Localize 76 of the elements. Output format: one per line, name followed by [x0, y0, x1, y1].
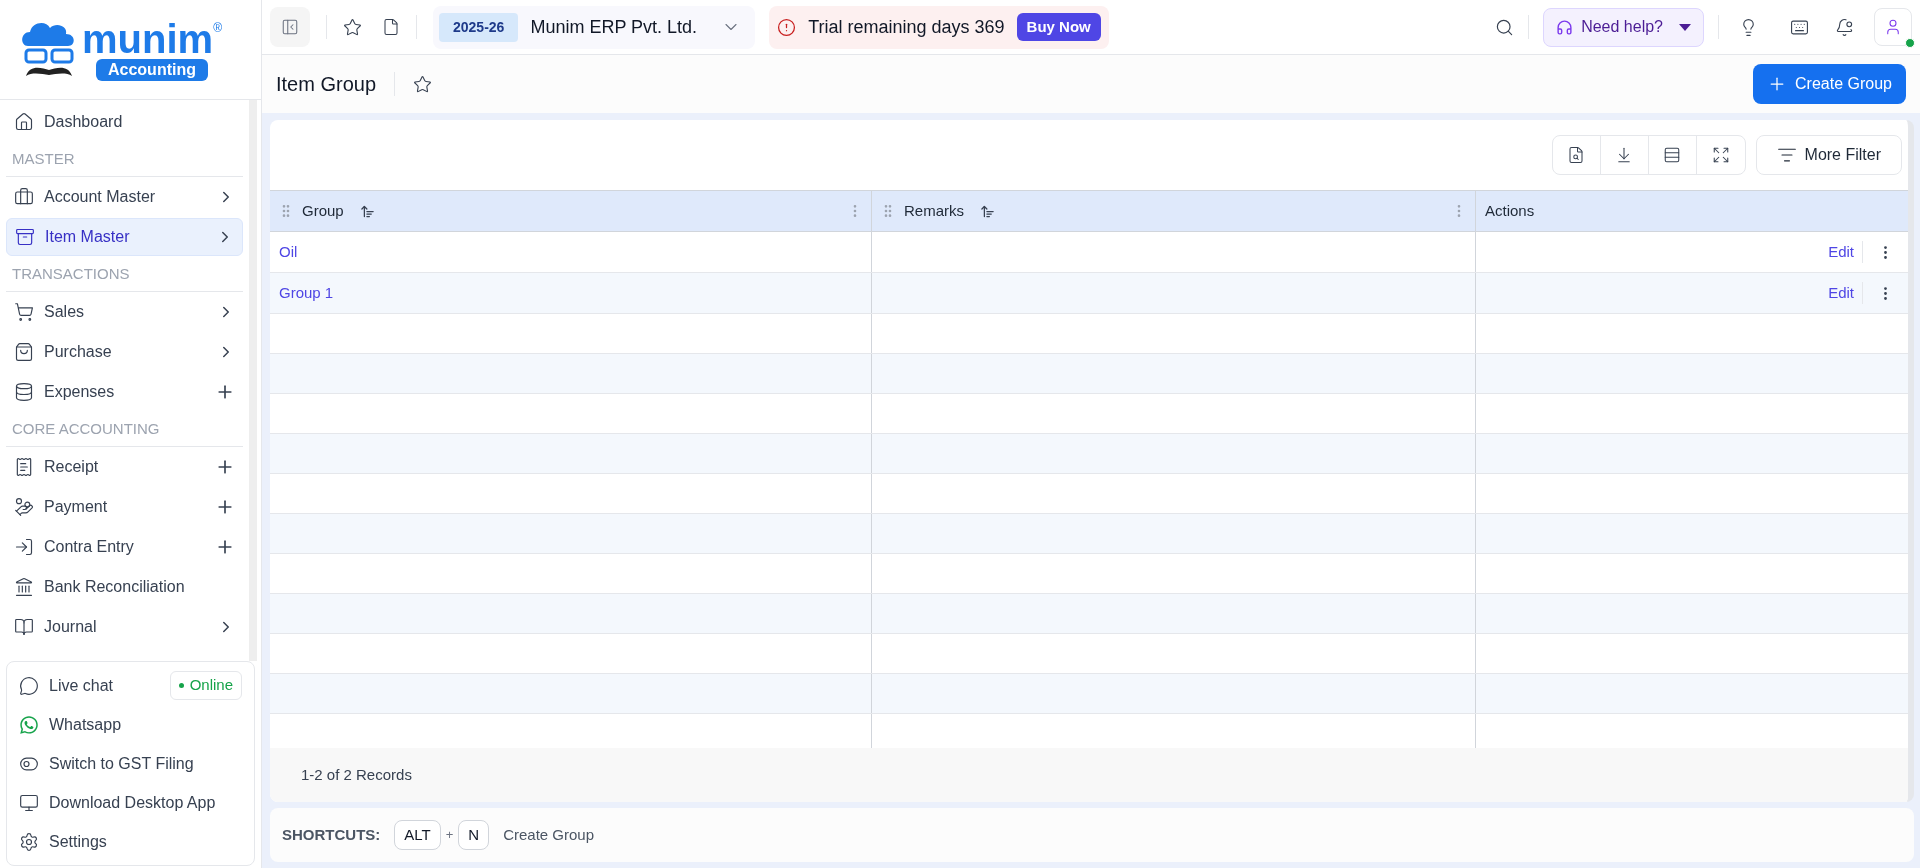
page-title: Item Group: [276, 72, 377, 97]
column-header: Group: [302, 200, 344, 221]
group-name-link[interactable]: Group 1: [279, 281, 334, 305]
online-status-badge: Online: [169, 671, 242, 700]
section-heading: CORE ACCOUNTING: [12, 420, 160, 437]
sort-icon[interactable]: [359, 203, 375, 219]
shortcut-action: Create Group: [503, 824, 595, 845]
records-count: 1-2 of 2 Records: [301, 764, 412, 785]
rows-icon: [1663, 146, 1682, 164]
column-header: Actions: [1485, 200, 1535, 221]
collapse-sidebar-button[interactable]: [270, 7, 310, 47]
shortcuts-label: SHORTCUTS:: [282, 824, 381, 845]
section-heading: TRANSACTIONS: [12, 265, 130, 282]
headset-icon: [1556, 18, 1574, 36]
sidebar-item[interactable]: Journal: [6, 608, 243, 646]
book-icon: [14, 617, 34, 637]
logo-tagline: Accounting: [96, 58, 208, 81]
more-filter-button[interactable]: More Filter: [1755, 135, 1902, 175]
sidebar-item[interactable]: Sales: [6, 293, 243, 331]
cart-icon: [14, 302, 34, 322]
receipt-icon: [14, 457, 34, 477]
sidebar-item[interactable]: Receipt: [6, 448, 243, 486]
database-icon: [14, 382, 34, 402]
company-name: Munim ERP Pvt. Ltd.: [530, 15, 698, 39]
sidebar-item[interactable]: Dashboard: [6, 103, 243, 141]
support-link[interactable]: Whatsapp: [49, 712, 242, 737]
registered-mark: ®: [213, 19, 222, 35]
edit-link[interactable]: Edit: [1828, 240, 1863, 264]
document-icon[interactable]: [382, 18, 400, 36]
support-link[interactable]: Settings: [49, 829, 242, 854]
create-group-button[interactable]: Create Group: [1753, 64, 1906, 104]
support-link[interactable]: Live chat: [49, 673, 160, 698]
star-icon[interactable]: [343, 17, 362, 37]
house-icon: [14, 112, 34, 132]
logo-wordmark: munim: [82, 18, 214, 59]
sidebar-item[interactable]: Contra Entry: [6, 528, 243, 566]
expand-icon: [1711, 146, 1730, 164]
settings-icon: [19, 831, 39, 852]
whatsapp-icon: [19, 714, 39, 735]
caret-down-icon: [1679, 23, 1691, 31]
bank-icon: [14, 577, 34, 597]
edit-link[interactable]: Edit: [1828, 281, 1863, 305]
group-name-link[interactable]: Oil: [279, 240, 298, 264]
file-search-icon: [1567, 146, 1586, 164]
notification-bell-icon[interactable]: [1835, 17, 1854, 37]
hand-coins-icon: [14, 497, 34, 517]
buy-now-button[interactable]: Buy Now: [1016, 12, 1101, 42]
archive-box-icon: [15, 227, 35, 247]
sidebar-item[interactable]: Purchase: [6, 333, 243, 371]
keyboard-key: N: [458, 819, 490, 851]
search-icon[interactable]: [1495, 17, 1515, 37]
sort-icon[interactable]: [980, 203, 995, 219]
chat-bubble-icon: [19, 675, 39, 696]
bag-icon: [14, 342, 34, 362]
column-header: Remarks: [904, 200, 964, 221]
monitor-icon: [19, 792, 39, 813]
alert-icon: [777, 17, 797, 37]
keyboard-key: ALT: [394, 819, 441, 851]
sidebar-item[interactable]: Account Master: [6, 178, 243, 216]
panel-collapse-icon: [281, 18, 299, 36]
login-arrow-icon: [14, 537, 34, 557]
sidebar-item[interactable]: Item Master: [6, 218, 243, 256]
trial-banner: Trial remaining days 369 Buy Now: [769, 5, 1109, 49]
support-link[interactable]: Switch to GST Filing: [49, 751, 242, 776]
need-help-button[interactable]: Need help?: [1543, 7, 1704, 47]
sidebar-item[interactable]: Bank Reconciliation: [6, 568, 243, 606]
key-joiner: +: [445, 826, 454, 845]
sidebar-item[interactable]: Payment: [6, 488, 243, 526]
support-link[interactable]: Download Desktop App: [49, 790, 242, 815]
user-icon: [1884, 18, 1902, 36]
favorite-star-icon[interactable]: [413, 74, 433, 94]
financial-year-badge: 2025-26: [439, 12, 519, 42]
company-selector[interactable]: 2025-26 Munim ERP Pvt. Ltd.: [433, 5, 756, 49]
briefcase-icon: [14, 187, 34, 207]
sidebar-item[interactable]: Expenses: [6, 373, 243, 411]
section-heading: MASTER: [12, 150, 75, 167]
